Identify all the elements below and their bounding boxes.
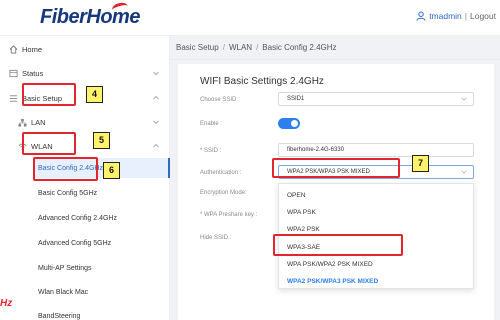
sidebar-item-lan[interactable]: LAN [0,112,170,132]
ssid-label: * SSID : [200,148,222,154]
authentication-value: WPA2 PSK/WPA3 PSK MIXED [287,169,370,175]
sidebar-subitem-wlan-black-mac[interactable]: Wlan Black Mac [34,282,170,302]
main-content: WIFI Basic Settings 2.4GHz Choose SSID :… [170,60,500,320]
sidebar-item-wlan[interactable]: WLAN [0,136,170,156]
step-4-tag: 4 [86,86,103,103]
authentication-label: Authentication : [200,170,242,176]
breadcrumb-separator: / [222,43,225,52]
username[interactable]: tmadmin [429,11,462,21]
step-5-tag: 5 [93,132,110,149]
auth-option-wpa-psk[interactable]: WPA PSK [287,209,316,216]
settings-list-icon [9,95,18,102]
ssid-value: fiberhome-2.4G-6330 [287,147,345,153]
chevron-down-icon [153,71,159,76]
auth-option-wpa3-sae[interactable]: WPA3-SAE [287,244,320,251]
user-area: tmadmin | Logout [416,11,496,21]
choose-ssid-value: SSID1 [287,96,305,102]
lan-icon [18,118,27,127]
home-icon [9,45,18,54]
wpa-preshare-key-label: * WPA Preshare key : [200,212,258,218]
chevron-up-icon [153,95,159,100]
enable-label: Enable : [200,121,223,127]
sidebar-item-basic-setup[interactable]: Basic Setup [0,88,170,108]
sidebar-item-label: WLAN [31,141,53,151]
sidebar-subitem-basic-config-5g[interactable]: Basic Config 5GHz [34,183,170,203]
sidebar: Home Status Basic Setup LAN WLAN Basic C… [0,36,170,320]
enable-toggle[interactable] [278,118,300,129]
sidebar-item-label: Basic Setup [22,93,63,103]
sidebar-subitem-advanced-config-5g[interactable]: Advanced Config 5GHz [34,233,170,253]
page-title: WIFI Basic Settings 2.4GHz [200,76,324,87]
user-icon [416,11,426,21]
sidebar-subitem-multi-ap[interactable]: Multi-AP Settings [34,258,170,278]
logout-link[interactable]: Logout [470,11,496,21]
sidebar-item-home[interactable]: Home [0,39,170,59]
chevron-down-icon [153,120,159,125]
choose-ssid-select[interactable]: SSID1 [278,92,474,106]
sidebar-item-status[interactable]: Status [0,63,170,83]
breadcrumb-separator: / [256,43,259,52]
encryption-mode-label: Encryption Mode: [200,190,247,196]
sidebar-subitem-advanced-config-2g[interactable]: Advanced Config 2.4GHz [34,208,170,228]
breadcrumb-item[interactable]: WLAN [229,43,252,52]
authentication-select[interactable]: WPA2 PSK/WPA3 PSK MIXED [278,165,474,179]
chevron-down-icon [461,170,467,174]
hide-ssid-label: Hide SSID : [200,235,232,241]
sidebar-item-label: LAN [31,117,46,127]
breadcrumb: Basic Setup / WLAN / Basic Config 2.4GHz [170,36,500,60]
auth-option-wpa2-psk[interactable]: WPA2 PSK [287,226,320,233]
authentication-dropdown: OPEN WPA PSK WPA2 PSK WPA3-SAE WPA PSK/W… [278,183,474,289]
chevron-up-icon [153,143,159,148]
auth-option-open[interactable]: OPEN [287,192,305,199]
sidebar-item-label: Status [22,68,44,78]
auth-option-wpa2-wpa3-mixed[interactable]: WPA2 PSK/WPA3 PSK MIXED [287,278,378,285]
breadcrumb-item[interactable]: Basic Setup [176,43,219,52]
sidebar-subitem-bandsteering[interactable]: BandSteering [34,306,170,320]
header-separator: | [464,11,467,21]
status-icon [9,69,18,78]
cut-off-text: Hz [0,298,13,309]
sidebar-item-label: Home [22,44,43,54]
wifi-icon [18,143,27,151]
chevron-down-icon [461,97,467,101]
breadcrumb-item-current: Basic Config 2.4GHz [262,43,337,52]
top-header: FiberHome tmadmin | Logout [0,0,500,36]
toggle-knob [291,120,298,127]
sidebar-subitem-basic-config-2g[interactable]: Basic Config 2.4GHz [34,158,170,178]
ssid-input[interactable]: fiberhome-2.4G-6330 [278,143,474,157]
step-6-tag: 6 [103,162,120,179]
auth-option-wpa-wpa2-mixed[interactable]: WPA PSK/WPA2 PSK MIXED [287,261,373,268]
step-7-tag: 7 [412,155,429,172]
settings-card: WIFI Basic Settings 2.4GHz Choose SSID :… [178,64,494,320]
choose-ssid-label: Choose SSID : [200,97,240,103]
